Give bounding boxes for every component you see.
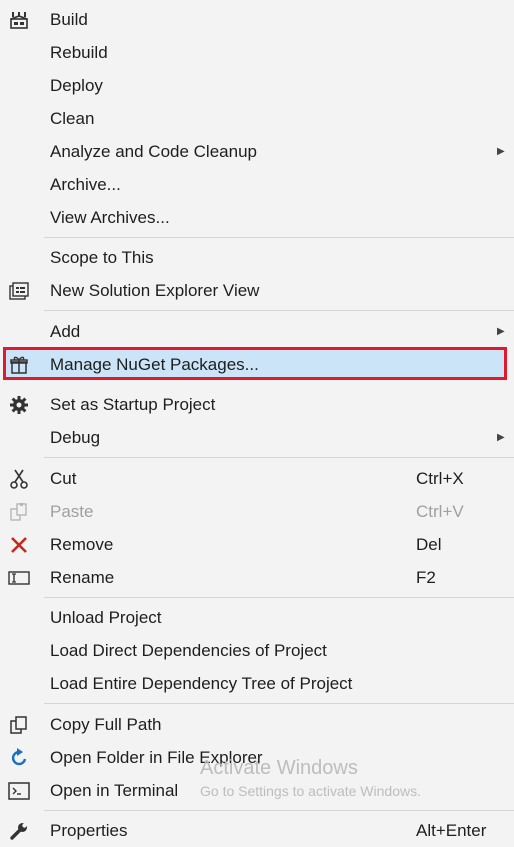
menu-separator [44,457,514,458]
menu-item-label: Build [50,10,88,29]
shortcut-text: F2 [416,568,436,587]
menu-item-load-direct[interactable]: Load Direct Dependencies of Project [0,634,514,667]
menu-item-label: Cut [50,469,77,488]
menu-item-label: Rebuild [50,43,108,62]
menu-item-label: Properties [50,821,128,840]
rename-icon [8,568,30,588]
remove-x-icon [8,535,30,555]
menu-item-view-archives[interactable]: View Archives... [0,201,514,234]
menu-item-scope[interactable]: Scope to This [0,241,514,274]
gear-icon [8,395,30,415]
menu-item-label: Rename [50,568,115,587]
submenu-arrow-icon: ▶ [497,432,505,443]
scissors-icon [8,469,30,489]
menu-separator [44,597,514,598]
shortcut-text: Ctrl+V [416,502,464,521]
menu-item-label: Copy Full Path [50,715,162,734]
menu-item-rename[interactable]: Rename F2 [0,561,514,594]
menu-item-remove[interactable]: Remove Del [0,528,514,561]
menu-item-label: New Solution Explorer View [50,281,260,300]
menu-item-unload[interactable]: Unload Project [0,601,514,634]
solution-explorer-icon [8,281,30,301]
submenu-arrow-icon: ▶ [497,326,505,337]
menu-item-label: Scope to This [50,248,154,267]
menu-item-manage-nuget[interactable]: Manage NuGet Packages... [0,348,514,381]
menu-item-label: Remove [50,535,114,554]
menu-item-properties[interactable]: Properties Alt+Enter [0,814,514,847]
menu-item-copy-path[interactable]: Copy Full Path [0,708,514,741]
menu-item-build[interactable]: Build [0,3,514,36]
clipboard-icon [8,502,30,522]
menu-item-label: Add [50,322,81,341]
menu-item-label: Deploy [50,76,103,95]
menu-item-label: Load Entire Dependency Tree of Project [50,674,353,693]
menu-item-label: Paste [50,502,94,521]
menu-item-load-tree[interactable]: Load Entire Dependency Tree of Project [0,667,514,700]
activate-windows-title: Activate Windows [200,757,358,779]
wrench-icon [8,821,30,841]
menu-item-label: Unload Project [50,608,162,627]
menu-item-label: Archive... [50,175,121,194]
menu-item-archive[interactable]: Archive... [0,168,514,201]
menu-item-label: Open in Terminal [50,781,179,800]
menu-separator [44,237,514,238]
build-icon [8,10,30,30]
menu-item-label: Analyze and Code Cleanup [50,142,257,161]
menu-item-label: Manage NuGet Packages... [50,355,259,374]
menu-item-label: Set as Startup Project [50,395,216,414]
menu-separator [44,810,514,811]
shortcut-text: Alt+Enter [416,821,487,840]
menu-item-set-startup[interactable]: Set as Startup Project [0,388,514,421]
menu-separator [44,703,514,704]
terminal-icon [8,781,30,801]
menu-item-paste: Paste Ctrl+V [0,495,514,528]
open-folder-arrow-icon [8,748,30,768]
menu-item-label: Clean [50,109,95,128]
shortcut-text: Ctrl+X [416,469,464,488]
menu-item-add[interactable]: Add ▶ [0,315,514,348]
menu-separator [44,310,514,311]
copy-icon [8,715,30,735]
menu-item-label: Debug [50,428,101,447]
menu-item-debug[interactable]: Debug ▶ [0,421,514,454]
context-menu: Build Rebuild Deploy Clean Analyze and C… [0,0,514,844]
menu-item-cut[interactable]: Cut Ctrl+X [0,462,514,495]
shortcut-text: Del [416,535,442,554]
menu-item-rebuild[interactable]: Rebuild [0,36,514,69]
nuget-package-icon [8,355,30,375]
menu-item-new-view[interactable]: New Solution Explorer View [0,274,514,307]
menu-item-clean[interactable]: Clean [0,102,514,135]
submenu-arrow-icon: ▶ [497,146,505,157]
activate-windows-subtitle: Go to Settings to activate Windows. [200,783,421,799]
menu-item-analyze[interactable]: Analyze and Code Cleanup ▶ [0,135,514,168]
menu-item-label: Load Direct Dependencies of Project [50,641,327,660]
menu-item-deploy[interactable]: Deploy [0,69,514,102]
menu-item-label: View Archives... [50,208,170,227]
